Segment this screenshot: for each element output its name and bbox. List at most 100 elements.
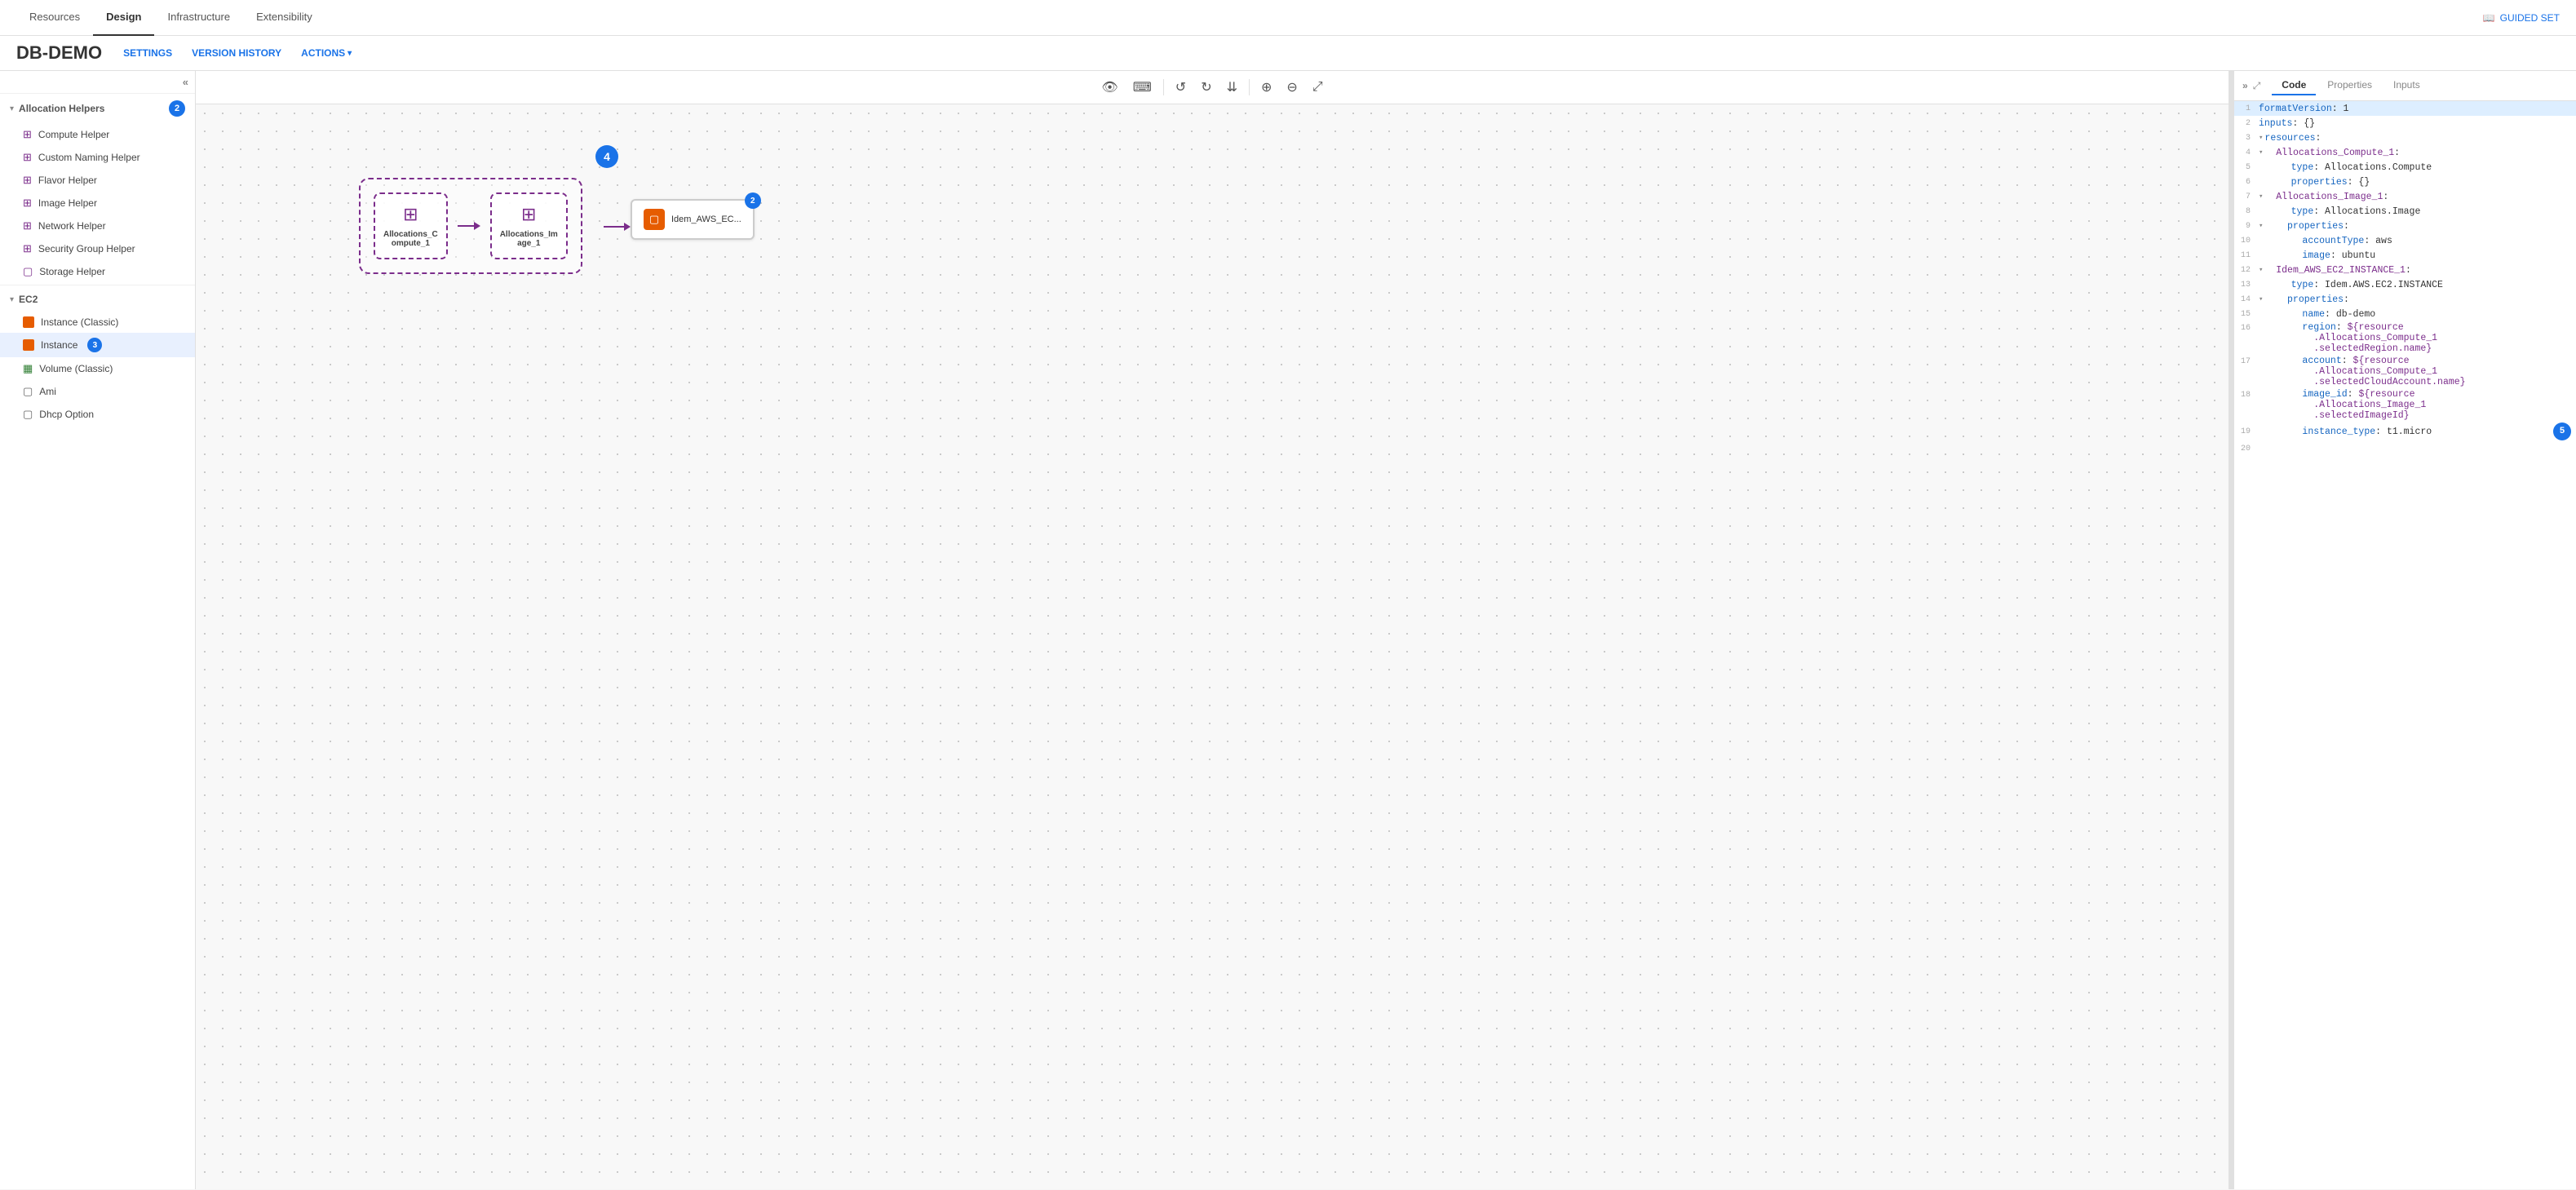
allocation-helpers-label: Allocation Helpers (19, 103, 164, 114)
line-num-7: 7 (2234, 192, 2257, 201)
sidebar-item-custom-naming-helper[interactable]: ⊞ Custom Naming Helper (0, 146, 195, 169)
code-line-11: 11 image: ubuntu (2234, 248, 2576, 263)
line-content-1: formatVersion: 1 (2257, 104, 2576, 114)
allocation-nodes-group: ⊞ Allocations_C ompute_1 ⊞ Allocations_I… (359, 178, 582, 274)
box-icon-2: ▢ (23, 385, 33, 398)
code-line-12: 12 ▾ Idem_AWS_EC2_INSTANCE_1: (2234, 263, 2576, 277)
settings-link[interactable]: SETTINGS (115, 44, 180, 62)
panel-fullscreen-button[interactable]: ⤢ (2253, 80, 2261, 92)
line-num-9: 9 (2234, 222, 2257, 231)
nav-item-design[interactable]: Design (93, 0, 154, 36)
sidebar-item-volume-classic[interactable]: ▦ Volume (Classic) (0, 357, 195, 380)
image-node-label: Allocations_Im age_1 (500, 230, 558, 248)
code-line-1: 1 formatVersion: 1 (2234, 101, 2576, 116)
sidebar-item-instance[interactable]: Instance 3 (0, 333, 195, 357)
line-num-18: 18 (2234, 389, 2257, 400)
line-num-16: 16 (2234, 322, 2257, 333)
sidebar-header: « (0, 71, 195, 94)
line-num-17: 17 (2234, 356, 2257, 366)
sidebar-item-dhcp-option[interactable]: ▢ Dhcp Option (0, 403, 195, 426)
sidebar-item-ami[interactable]: ▢ Ami (0, 380, 195, 403)
tab-inputs[interactable]: Inputs (2383, 76, 2430, 95)
line-num-19: 19 (2234, 427, 2257, 436)
sidebar-item-compute-helper[interactable]: ⊞ Compute Helper (0, 123, 195, 146)
zoom-out-button[interactable]: ⊖ (1281, 76, 1302, 99)
canvas[interactable]: 4 ⊞ Allocations_C ompute_1 ⊞ Allocations… (196, 104, 2229, 1189)
sidebar-item-label: Image Helper (38, 197, 97, 209)
ec2-section: ▾ EC2 Instance (Classic) Instance 3 ▦ Vo… (0, 287, 195, 426)
line-content-7: Allocations_Image_1: (2264, 192, 2576, 202)
nav-item-infrastructure[interactable]: Infrastructure (154, 0, 243, 36)
collapse-12[interactable]: ▾ (2257, 266, 2263, 274)
line-content-10: accountType: aws (2257, 236, 2576, 246)
sidebar-item-label: Custom Naming Helper (38, 152, 140, 163)
collapse-sidebar-button[interactable]: « (183, 76, 188, 88)
undo-button[interactable]: ↺ (1171, 76, 1191, 99)
line-content-5: type: Allocations.Compute (2257, 162, 2576, 173)
line-num-1: 1 (2234, 104, 2257, 113)
allocations-compute-node[interactable]: ⊞ Allocations_C ompute_1 (374, 192, 448, 259)
line-content-13: type: Idem.AWS.EC2.INSTANCE (2257, 280, 2576, 290)
version-history-link[interactable]: VERSION HISTORY (184, 44, 290, 62)
instance-node-icon: ▢ (644, 209, 665, 230)
sidebar-item-label: Flavor Helper (38, 175, 97, 186)
app-title: DB-DEMO (16, 42, 102, 64)
instance-node[interactable]: ▢ Idem_AWS_EC... 2 (631, 199, 755, 240)
keyboard-button[interactable]: ⌨ (1128, 76, 1157, 99)
line-num-5: 5 (2234, 163, 2257, 172)
redo-button[interactable]: ↻ (1196, 76, 1216, 99)
line-content-12: Idem_AWS_EC2_INSTANCE_1: (2264, 265, 2576, 276)
line-num-4: 4 (2234, 148, 2257, 157)
allocation-helpers-header[interactable]: ▾ Allocation Helpers 2 (0, 94, 195, 123)
actions-link[interactable]: ACTIONS ▾ (293, 44, 360, 62)
sidebar-item-label: Network Helper (38, 220, 106, 232)
collapse-9[interactable]: ▾ (2257, 222, 2263, 230)
code-line-5: 5 type: Allocations.Compute (2234, 160, 2576, 175)
visibility-toggle-button[interactable]: 👁 (1096, 76, 1122, 99)
tab-properties[interactable]: Properties (2317, 76, 2382, 95)
nav-item-resources[interactable]: Resources (16, 0, 93, 36)
line-num-14: 14 (2234, 295, 2257, 304)
code-line-15: 15 name: db-demo (2234, 307, 2576, 321)
alloc-icon-4: ⊞ (23, 197, 32, 210)
sidebar-item-storage-helper[interactable]: ▢ Storage Helper (0, 260, 195, 283)
sidebar-item-label: Instance (Classic) (41, 316, 118, 328)
code-line-7: 7 ▾ Allocations_Image_1: (2234, 189, 2576, 204)
ec2-header[interactable]: ▾ EC2 (0, 287, 195, 312)
sidebar-item-instance-classic[interactable]: Instance (Classic) (0, 312, 195, 333)
book-icon: 📖 (2483, 12, 2495, 24)
box-icon: ▢ (23, 265, 33, 278)
canvas-toolbar: 👁 ⌨ ↺ ↻ ⇊ ⊕ ⊖ ⤢ (196, 71, 2229, 104)
arrange-button[interactable]: ⇊ (1222, 76, 1242, 99)
sidebar-item-network-helper[interactable]: ⊞ Network Helper (0, 215, 195, 237)
code-line-18: 18 image_id: ${resource .Allocations_Ima… (2234, 388, 2576, 422)
sidebar-item-security-group-helper[interactable]: ⊞ Security Group Helper (0, 237, 195, 260)
compute-node-icon: ⊞ (403, 204, 418, 225)
line-num-11: 11 (2234, 251, 2257, 260)
nav-item-extensibility[interactable]: Extensibility (243, 0, 325, 36)
sidebar-item-flavor-helper[interactable]: ⊞ Flavor Helper (0, 169, 195, 192)
line-num-15: 15 (2234, 310, 2257, 319)
allocation-helpers-section: ▾ Allocation Helpers 2 ⊞ Compute Helper … (0, 94, 195, 283)
guided-set-button[interactable]: 📖 GUIDED SET (2483, 12, 2560, 24)
orange-box-icon-2 (23, 339, 34, 351)
alloc-icon-5: ⊞ (23, 219, 32, 232)
instance-node-label: Idem_AWS_EC... (671, 215, 741, 224)
line-content-9: properties: (2264, 221, 2576, 232)
panel-expand-button[interactable]: » (2242, 80, 2248, 91)
allocations-image-node[interactable]: ⊞ Allocations_Im age_1 (490, 192, 568, 259)
zoom-in-button[interactable]: ⊕ (1256, 76, 1277, 99)
actions-chevron-icon: ▾ (347, 49, 352, 58)
step-4-badge: 4 (595, 145, 618, 168)
collapse-4[interactable]: ▾ (2257, 148, 2263, 157)
collapse-7[interactable]: ▾ (2257, 192, 2263, 201)
code-line-4: 4 ▾ Allocations_Compute_1: (2234, 145, 2576, 160)
line-content-15: name: db-demo (2257, 309, 2576, 320)
collapse-14[interactable]: ▾ (2257, 295, 2263, 303)
main-layout: « ▾ Allocation Helpers 2 ⊞ Compute Helpe… (0, 71, 2576, 1189)
collapse-3[interactable]: ▾ (2257, 134, 2263, 142)
tab-code[interactable]: Code (2272, 76, 2316, 95)
code-panel: » ⤢ Code Properties Inputs 1 formatVersi… (2233, 71, 2576, 1189)
sidebar-item-image-helper[interactable]: ⊞ Image Helper (0, 192, 195, 215)
fit-screen-button[interactable]: ⤢ (1308, 77, 1328, 98)
